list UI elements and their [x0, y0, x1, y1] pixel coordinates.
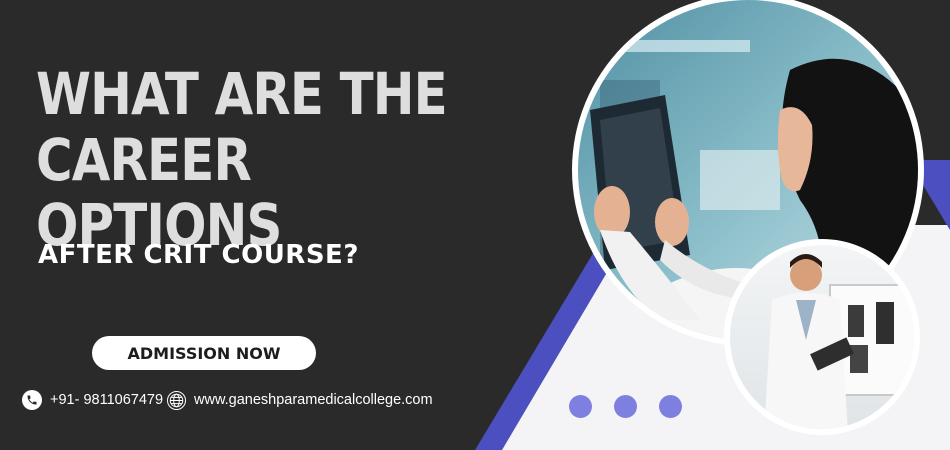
phone-number: +91- 9811067479 — [50, 392, 164, 408]
dot-1 — [569, 395, 592, 418]
pagination-dots — [569, 395, 682, 418]
promo-banner: WHAT ARE THE CAREER OPTIONS AFTER CRIT C… — [0, 0, 950, 450]
dot-3 — [659, 395, 682, 418]
phone-contact[interactable]: +91- 9811067479 — [22, 388, 163, 412]
website-url: www.ganeshparamedicalcollege.com — [194, 392, 433, 408]
website-contact[interactable]: www.ganeshparamedicalcollege.com — [167, 388, 433, 412]
headline: WHAT ARE THE CAREER OPTIONS — [36, 60, 518, 259]
phone-icon — [22, 390, 42, 410]
dot-2 — [614, 395, 637, 418]
globe-icon — [167, 390, 186, 410]
admission-now-button[interactable]: ADMISSION NOW — [92, 336, 316, 370]
subheadline: AFTER CRIT COURSE? — [38, 240, 359, 270]
headline-line-1: WHAT ARE THE CAREER — [36, 60, 448, 194]
